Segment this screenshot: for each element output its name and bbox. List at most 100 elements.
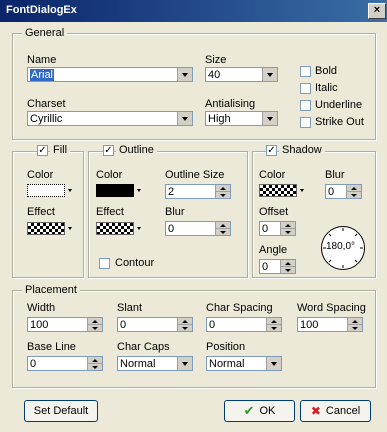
width-value: 100 (30, 319, 49, 331)
position-label: Position (206, 341, 246, 353)
spinner-buttons[interactable] (346, 185, 361, 198)
chevron-down-icon[interactable] (177, 357, 192, 370)
underline-checkbox[interactable] (300, 100, 311, 111)
slant-label: Slant (117, 302, 143, 314)
cancel-button[interactable]: ✖ Cancel (300, 400, 371, 422)
shadow-color-swatch[interactable] (259, 184, 297, 197)
shadow-blur-label: Blur (325, 169, 345, 181)
chevron-down-icon[interactable] (177, 112, 192, 125)
spinner-buttons[interactable] (87, 318, 102, 331)
underline-label: Underline (315, 99, 363, 111)
general-group-label: General (22, 27, 68, 39)
position-combo[interactable]: Normal (206, 356, 282, 371)
contour-label: Contour (115, 257, 155, 269)
base-line-value: 0 (30, 358, 37, 370)
shadow-offset-label: Offset (259, 206, 289, 218)
name-label: Name (27, 54, 57, 66)
spinner-buttons[interactable] (280, 260, 295, 273)
shadow-offset-spinner[interactable]: 0 (259, 221, 296, 236)
word-spacing-spinner[interactable]: 100 (297, 317, 363, 332)
bold-label: Bold (315, 65, 338, 77)
antialiasing-value: High (208, 113, 231, 125)
outline-blur-spinner[interactable]: 0 (165, 221, 231, 236)
shadow-checkbox[interactable]: ✓ (266, 145, 277, 156)
outline-checkbox[interactable]: ✓ (103, 145, 114, 156)
spinner-buttons[interactable] (266, 318, 281, 331)
width-label: Width (27, 302, 56, 314)
size-label: Size (205, 54, 227, 66)
outline-effect-label: Effect (96, 206, 124, 218)
fill-effect-swatch[interactable] (27, 222, 65, 235)
charset-combo[interactable]: Cyrillic (27, 111, 193, 126)
name-combo[interactable]: Arial (27, 67, 193, 82)
outline-blur-label: Blur (165, 206, 185, 218)
fill-color-swatch[interactable] (27, 184, 65, 197)
fill-color-label: Color (27, 169, 54, 181)
outline-size-label: Outline Size (165, 169, 225, 181)
fill-checkbox[interactable]: ✓ (37, 145, 48, 156)
spinner-buttons[interactable] (87, 357, 102, 370)
chevron-down-icon[interactable] (262, 68, 277, 81)
shadow-blur-value: 0 (328, 186, 335, 198)
size-combo[interactable]: 40 (205, 67, 278, 82)
char-caps-label: Char Caps (117, 341, 170, 353)
shadow-blur-spinner[interactable]: 0 (325, 184, 362, 199)
close-button[interactable]: × (368, 3, 386, 19)
chevron-down-icon[interactable] (266, 357, 281, 370)
set-default-label: Set Default (33, 405, 89, 417)
base-line-label: Base Line (27, 341, 76, 353)
chevron-down-icon[interactable] (68, 227, 72, 230)
set-default-button[interactable]: Set Default (24, 400, 98, 422)
placement-group-label: Placement (22, 284, 80, 296)
ok-label: OK (259, 405, 276, 417)
chevron-down-icon[interactable] (137, 227, 141, 230)
shadow-angle-label: Angle (259, 244, 288, 256)
charset-value: Cyrillic (30, 113, 63, 125)
angle-dial[interactable]: 180,0° (321, 226, 365, 270)
outline-effect-swatch[interactable] (96, 222, 134, 235)
x-mark-icon: ✖ (310, 404, 321, 418)
word-spacing-value: 100 (300, 319, 319, 331)
dial-value: 180,0° (326, 241, 356, 252)
shadow-angle-value: 0 (262, 261, 269, 273)
window-title: FontDialogEx (6, 4, 77, 16)
chevron-down-icon[interactable] (137, 189, 141, 192)
spinner-buttons[interactable] (347, 318, 362, 331)
spinner-buttons[interactable] (215, 222, 230, 235)
chevron-down-icon[interactable] (262, 112, 277, 125)
cancel-label: Cancel (325, 405, 361, 417)
spinner-buttons[interactable] (177, 318, 192, 331)
outline-size-value: 2 (168, 186, 175, 198)
name-value: Arial (30, 69, 55, 81)
spinner-buttons[interactable] (215, 185, 230, 198)
antialiasing-label: Antialising (205, 98, 256, 110)
strikeout-label: Strike Out (315, 116, 364, 128)
char-spacing-label: Char Spacing (206, 302, 273, 314)
italic-checkbox[interactable] (300, 83, 311, 94)
contour-checkbox[interactable] (99, 258, 110, 269)
antialiasing-combo[interactable]: High (205, 111, 278, 126)
title-bar: FontDialogEx × (0, 0, 387, 22)
outline-blur-value: 0 (168, 223, 175, 235)
base-line-spinner[interactable]: 0 (27, 356, 103, 371)
chevron-down-icon[interactable] (300, 189, 304, 192)
strikeout-checkbox[interactable] (300, 117, 311, 128)
italic-label: Italic (315, 82, 338, 94)
outline-size-spinner[interactable]: 2 (165, 184, 231, 199)
chevron-down-icon[interactable] (177, 68, 192, 81)
fill-group-label: Fill (50, 144, 71, 156)
width-spinner[interactable]: 100 (27, 317, 103, 332)
slant-spinner[interactable]: 0 (117, 317, 193, 332)
size-value: 40 (208, 69, 221, 81)
bold-checkbox[interactable] (300, 66, 311, 77)
char-spacing-spinner[interactable]: 0 (206, 317, 282, 332)
spinner-buttons[interactable] (280, 222, 295, 235)
outline-color-label: Color (96, 169, 123, 181)
outline-color-swatch[interactable] (96, 184, 134, 197)
char-caps-combo[interactable]: Normal (117, 356, 193, 371)
shadow-angle-spinner[interactable]: 0 (259, 259, 296, 274)
checkmark-icon: ✔ (243, 403, 255, 418)
chevron-down-icon[interactable] (68, 189, 72, 192)
ok-button[interactable]: ✔ OK (224, 400, 295, 422)
shadow-group-label: Shadow (279, 144, 325, 156)
